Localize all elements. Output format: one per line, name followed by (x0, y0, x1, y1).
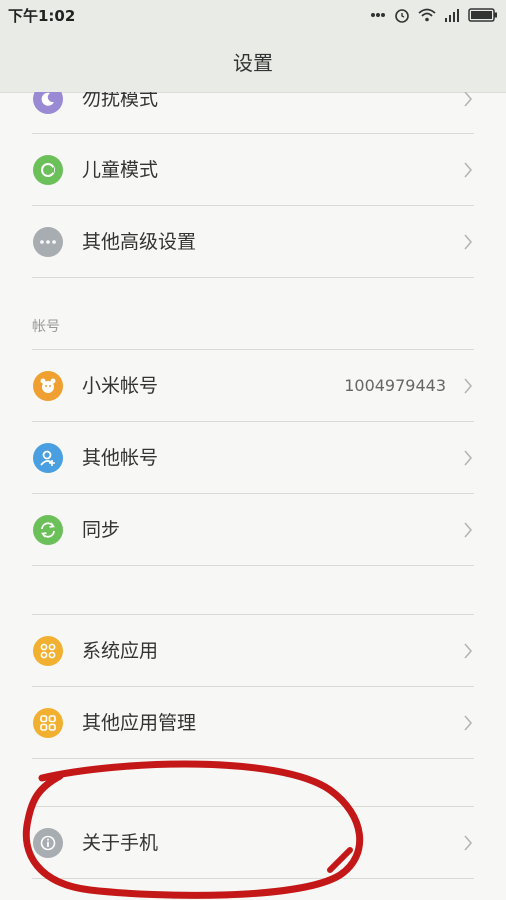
divider (32, 493, 474, 494)
add-user-icon (33, 443, 63, 473)
settings-item-label: 系统应用 (82, 640, 159, 662)
settings-item-label: 其他帐号 (82, 447, 159, 469)
chevron-right-icon (464, 643, 473, 659)
divider (32, 806, 474, 807)
apps-grid-icon (33, 636, 63, 666)
info-icon (33, 828, 63, 858)
chevron-right-icon (464, 162, 473, 178)
settings-item-mi-account[interactable]: 小米帐号 1004979443 (0, 351, 506, 421)
title-bar: 设置 (0, 30, 506, 93)
settings-item-other-apps[interactable]: 其他应用管理 (0, 688, 506, 758)
apps-grid-icon (33, 708, 63, 738)
status-bar: 下午1:02 (0, 0, 506, 30)
more-dots-icon (33, 227, 63, 257)
settings-list[interactable]: 勿扰模式 儿童模式 其他高级设置 帐号 小米帐号 1004979443 其他帐号 (0, 92, 506, 900)
kid-icon (33, 155, 63, 185)
divider (32, 565, 474, 566)
chevron-right-icon (464, 378, 473, 394)
divider (32, 133, 474, 134)
divider (32, 205, 474, 206)
settings-item-other-accounts[interactable]: 其他帐号 (0, 423, 506, 493)
settings-item-about-phone[interactable]: 关于手机 (0, 808, 506, 878)
chevron-right-icon (464, 450, 473, 466)
more-dots-icon (370, 12, 386, 18)
page-title: 设置 (233, 50, 273, 75)
settings-item-label: 同步 (82, 519, 121, 541)
mi-bear-icon (33, 371, 63, 401)
settings-item-label: 关于手机 (82, 832, 159, 854)
divider (32, 758, 474, 759)
settings-item-system-apps[interactable]: 系统应用 (0, 616, 506, 686)
chevron-right-icon (464, 835, 473, 851)
sync-icon (33, 515, 63, 545)
mi-account-id: 1004979443 (344, 376, 446, 395)
settings-item-do-not-disturb[interactable]: 勿扰模式 (0, 92, 506, 134)
divider (32, 614, 474, 615)
chevron-right-icon (464, 234, 473, 250)
chevron-right-icon (464, 522, 473, 538)
settings-item-label: 儿童模式 (82, 159, 159, 181)
settings-item-other-advanced[interactable]: 其他高级设置 (0, 207, 506, 277)
settings-item-kids-mode[interactable]: 儿童模式 (0, 135, 506, 205)
chevron-right-icon (464, 92, 473, 107)
chevron-right-icon (464, 715, 473, 731)
status-time: 下午1:02 (8, 7, 76, 25)
signal-icon (444, 8, 460, 22)
wifi-icon (418, 8, 436, 22)
status-icons (370, 4, 498, 26)
divider (32, 349, 474, 350)
moon-icon (33, 92, 63, 114)
settings-item-label: 其他高级设置 (82, 231, 197, 253)
battery-icon (468, 8, 498, 22)
alarm-icon (394, 7, 410, 23)
divider (32, 686, 474, 687)
divider (32, 277, 474, 278)
divider (32, 421, 474, 422)
settings-item-label: 勿扰模式 (82, 92, 159, 110)
divider (32, 878, 474, 879)
settings-item-sync[interactable]: 同步 (0, 495, 506, 565)
settings-item-label: 小米帐号 (82, 375, 159, 397)
settings-item-label: 其他应用管理 (82, 712, 197, 734)
section-header-account: 帐号 (32, 319, 60, 335)
